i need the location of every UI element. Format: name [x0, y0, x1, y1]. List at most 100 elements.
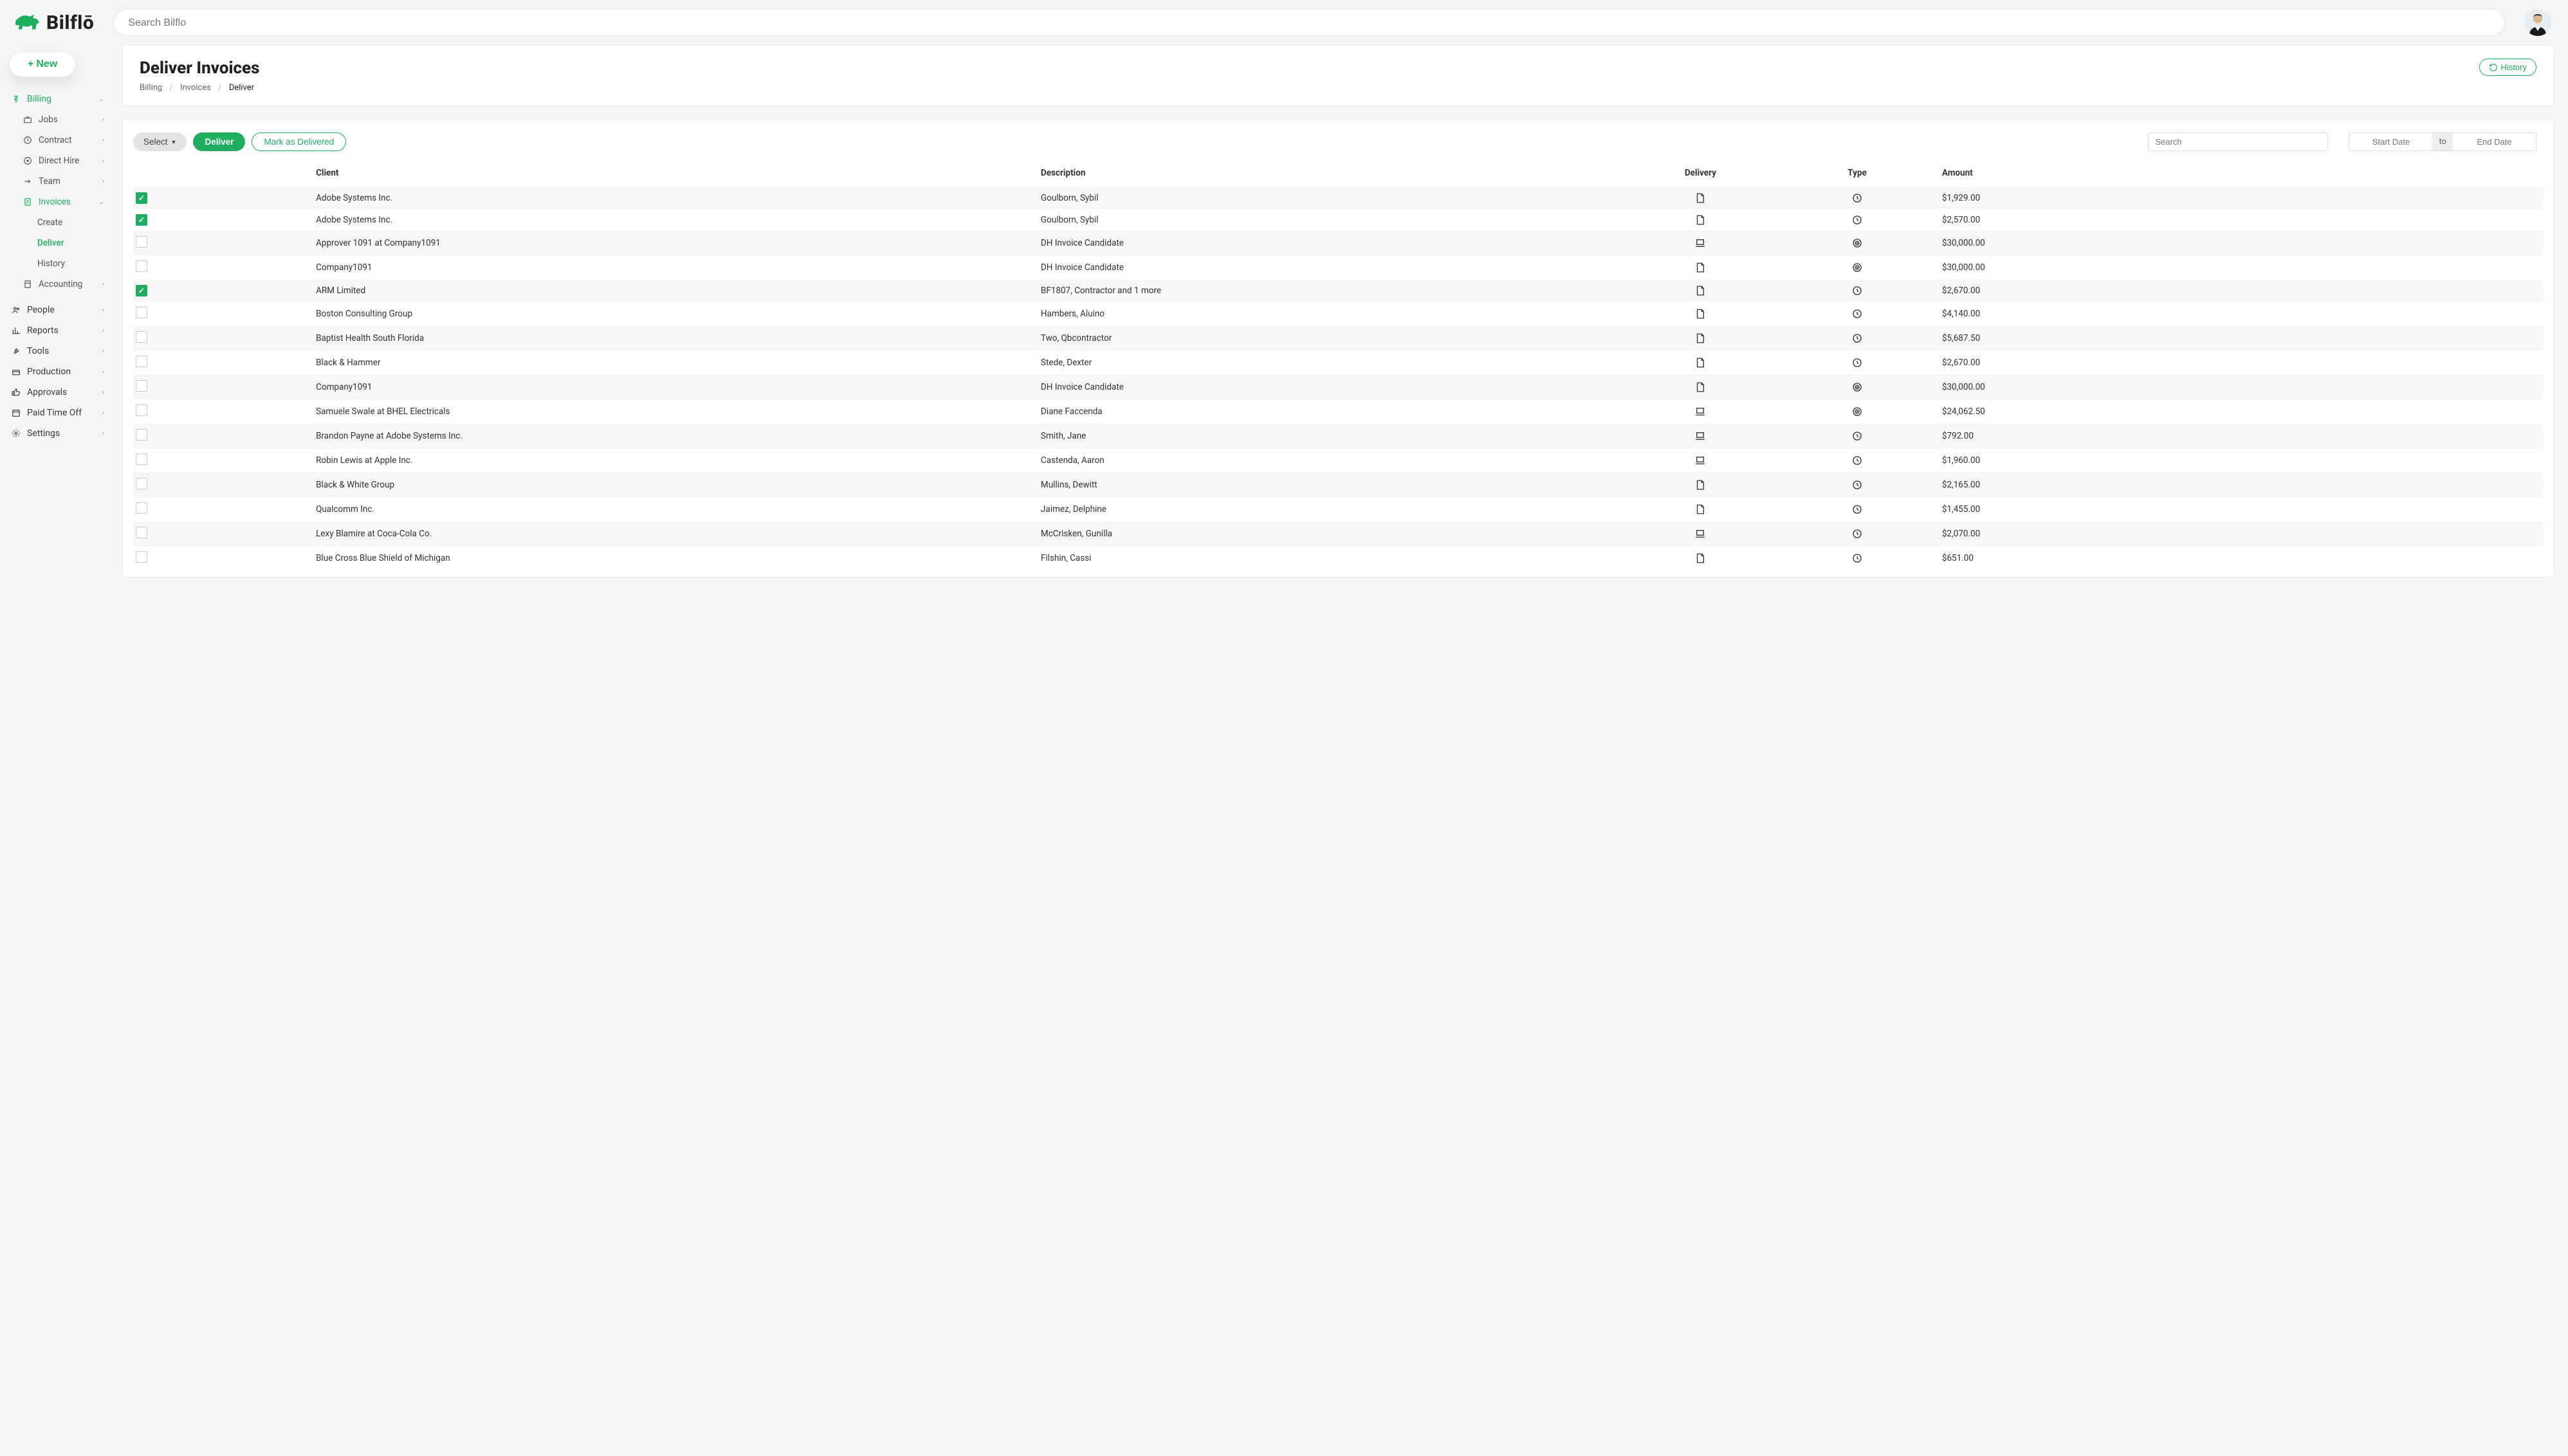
table-row[interactable]: Black & White GroupMullins, Dewitt$2,165… — [133, 473, 2543, 497]
sidebar-item-invoices[interactable]: Invoices ⌄ — [9, 192, 107, 212]
cell-delivery — [1622, 375, 1779, 399]
table-row[interactable]: Samuele Swale at BHEL ElectricalsDiane F… — [133, 399, 2543, 424]
table-row[interactable]: Brandon Payne at Adobe Systems Inc.Smith… — [133, 424, 2543, 448]
chart-icon — [12, 326, 21, 335]
row-checkbox[interactable] — [136, 453, 147, 465]
cell-client: Adobe Systems Inc. — [309, 209, 1034, 231]
filter-search-input[interactable] — [2148, 132, 2328, 151]
column-type[interactable]: Type — [1779, 156, 1936, 187]
table-row[interactable]: Company1091DH Invoice Candidate$30,000.0… — [133, 375, 2543, 399]
row-checkbox[interactable] — [136, 380, 147, 392]
table-row[interactable]: ARM LimitedBF1807, Contractor and 1 more… — [133, 280, 2543, 302]
laptop-icon — [1694, 455, 1706, 466]
sidebar-item-production[interactable]: Production ‹ — [9, 361, 107, 382]
sidebar-item-accounting[interactable]: Accounting ‹ — [9, 274, 107, 295]
column-delivery[interactable]: Delivery — [1622, 156, 1779, 187]
history-button[interactable]: History — [2479, 59, 2536, 76]
sidebar-item-tools[interactable]: Tools ‹ — [9, 341, 107, 361]
table-row[interactable]: Baptist Health South FloridaTwo, Qbcontr… — [133, 326, 2543, 350]
row-checkbox[interactable] — [136, 285, 147, 296]
document-icon — [1694, 552, 1706, 564]
table-row[interactable]: Company1091DH Invoice Candidate$30,000.0… — [133, 255, 2543, 280]
cell-client: Samuele Swale at BHEL Electricals — [309, 399, 1034, 424]
clock-icon — [1851, 357, 1863, 369]
cell-description: Two, Qbcontractor — [1034, 326, 1622, 350]
user-avatar-icon — [2524, 9, 2551, 36]
table-row[interactable]: Blue Cross Blue Shield of MichiganFilshi… — [133, 546, 2543, 570]
sidebar-item-billing[interactable]: Billing ⌄ — [9, 89, 107, 109]
sidebar-item-invoices-deliver[interactable]: Deliver — [9, 233, 107, 253]
select-dropdown[interactable]: Select ▼ — [133, 132, 187, 151]
new-button[interactable]: + New — [9, 51, 76, 77]
sidebar-item-reports[interactable]: Reports ‹ — [9, 320, 107, 341]
row-checkbox[interactable] — [136, 331, 147, 343]
clock-icon — [1851, 528, 1863, 540]
cell-delivery — [1622, 280, 1779, 302]
row-checkbox[interactable] — [136, 405, 147, 416]
row-checkbox[interactable] — [136, 551, 147, 563]
sidebar-item-settings[interactable]: Settings ‹ — [9, 423, 107, 444]
search-input[interactable] — [128, 17, 2490, 29]
sidebar-item-invoices-create[interactable]: Create — [9, 212, 107, 233]
table-row[interactable]: Black & HammerStede, Dexter$2,670.00 — [133, 350, 2543, 375]
column-description[interactable]: Description — [1034, 156, 1622, 187]
start-date-input[interactable] — [2349, 132, 2432, 151]
row-checkbox[interactable] — [136, 260, 147, 272]
table-row[interactable]: Adobe Systems Inc.Goulborn, Sybil$2,570.… — [133, 209, 2543, 231]
avatar[interactable] — [2524, 9, 2551, 36]
table-row[interactable]: Lexy Blamire at Coca-Cola Co.McCrisken, … — [133, 522, 2543, 546]
end-date-input[interactable] — [2453, 132, 2536, 151]
brand-logo[interactable]: Bilflō — [13, 12, 94, 34]
sidebar-item-invoices-history[interactable]: History — [9, 253, 107, 274]
mark-delivered-button[interactable]: Mark as Delivered — [252, 132, 346, 151]
table-row[interactable]: Boston Consulting GroupHambers, Aluino$4… — [133, 302, 2543, 326]
global-search[interactable] — [113, 9, 2505, 36]
table-row[interactable]: Approver 1091 at Company1091DH Invoice C… — [133, 231, 2543, 255]
cell-type — [1779, 375, 1936, 399]
table-row[interactable]: Adobe Systems Inc.Goulborn, Sybil$1,929.… — [133, 187, 2543, 209]
history-button-label: History — [2501, 62, 2527, 72]
cell-client: Black & White Group — [309, 473, 1034, 497]
row-checkbox[interactable] — [136, 307, 147, 318]
cell-delivery — [1622, 209, 1779, 231]
cell-amount: $2,165.00 — [1936, 473, 2151, 497]
column-amount[interactable]: Amount — [1936, 156, 2151, 187]
column-client[interactable]: Client — [309, 156, 1034, 187]
row-checkbox[interactable] — [136, 214, 147, 226]
cell-amount: $4,140.00 — [1936, 302, 2151, 326]
row-checkbox[interactable] — [136, 502, 147, 514]
clock-icon — [1851, 552, 1863, 564]
row-checkbox[interactable] — [136, 429, 147, 441]
cell-client: Robin Lewis at Apple Inc. — [309, 448, 1034, 473]
document-icon — [1694, 285, 1706, 296]
row-checkbox[interactable] — [136, 356, 147, 367]
breadcrumb-item[interactable]: Billing — [140, 83, 162, 93]
row-checkbox[interactable] — [136, 236, 147, 248]
sidebar-item-pto[interactable]: Paid Time Off ‹ — [9, 403, 107, 423]
clock-icon — [1851, 504, 1863, 515]
sidebar-item-team[interactable]: Team ‹ — [9, 171, 107, 192]
cell-client: Approver 1091 at Company1091 — [309, 231, 1034, 255]
cell-description: Hambers, Aluino — [1034, 302, 1622, 326]
row-checkbox[interactable] — [136, 527, 147, 538]
table-row[interactable]: Qualcomm Inc.Jaimez, Delphine$1,455.00 — [133, 497, 2543, 522]
cell-description: McCrisken, Gunilla — [1034, 522, 1622, 546]
sidebar-item-label: Jobs — [39, 114, 58, 125]
cell-type — [1779, 302, 1936, 326]
sidebar-item-direct-hire[interactable]: Direct Hire ‹ — [9, 150, 107, 171]
sidebar-item-contract[interactable]: Contract ‹ — [9, 130, 107, 150]
deliver-button[interactable]: Deliver — [193, 132, 245, 151]
table-row[interactable]: Robin Lewis at Apple Inc.Castenda, Aaron… — [133, 448, 2543, 473]
row-checkbox[interactable] — [136, 192, 147, 204]
sidebar-item-jobs[interactable]: Jobs ‹ — [9, 109, 107, 130]
row-checkbox[interactable] — [136, 478, 147, 489]
breadcrumb-item[interactable]: Invoices — [180, 83, 211, 93]
cell-type — [1779, 546, 1936, 570]
sidebar-item-label: Deliver — [37, 238, 64, 248]
cell-client: Lexy Blamire at Coca-Cola Co. — [309, 522, 1034, 546]
sidebar-item-people[interactable]: People ‹ — [9, 300, 107, 320]
sidebar-item-label: Create — [37, 217, 62, 228]
document-icon — [1694, 262, 1706, 273]
cell-delivery — [1622, 255, 1779, 280]
sidebar-item-approvals[interactable]: Approvals ‹ — [9, 382, 107, 403]
